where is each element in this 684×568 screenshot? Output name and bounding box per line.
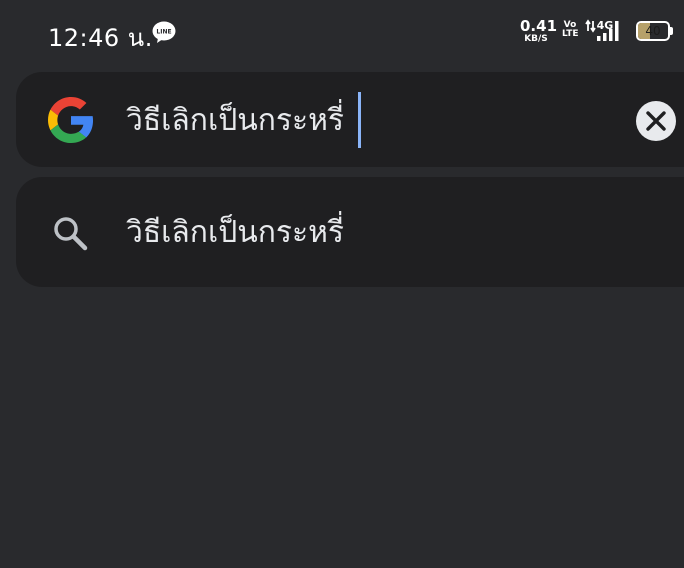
- network-speed-unit: KB/S: [524, 34, 548, 44]
- search-input[interactable]: วิธีเลิกเป็นกระหรี่: [126, 98, 344, 144]
- suggestion-item[interactable]: วิธีเลิกเป็นกระหรี่: [16, 177, 684, 287]
- network-speed-value: 0.41: [520, 17, 558, 35]
- network-speed: 0.41 KB/S: [520, 17, 558, 44]
- volte-bottom: LTE: [562, 29, 579, 40]
- close-icon: [646, 111, 666, 131]
- search-icon: [54, 217, 88, 251]
- battery-indicator: 40: [636, 21, 674, 43]
- battery-nub: [670, 27, 673, 35]
- google-g-icon: [48, 97, 94, 143]
- clear-button[interactable]: [636, 101, 676, 141]
- status-time: 12:46 น.: [48, 24, 153, 52]
- status-bar: 12:46 น. LINE 0.41 KB/S Vo LTE 4G 40: [0, 0, 684, 64]
- battery-body: 40: [636, 21, 670, 41]
- line-app-icon: LINE: [152, 21, 176, 43]
- signal-strength-icon: 4G: [585, 19, 619, 41]
- line-app-label: LINE: [156, 29, 171, 36]
- battery-level: 40: [645, 24, 661, 38]
- search-box[interactable]: วิธีเลิกเป็นกระหรี่: [16, 72, 684, 167]
- suggestion-text[interactable]: วิธีเลิกเป็นกระหรี่: [126, 210, 344, 256]
- text-caret: [358, 92, 361, 148]
- volte-indicator: Vo LTE: [562, 20, 579, 40]
